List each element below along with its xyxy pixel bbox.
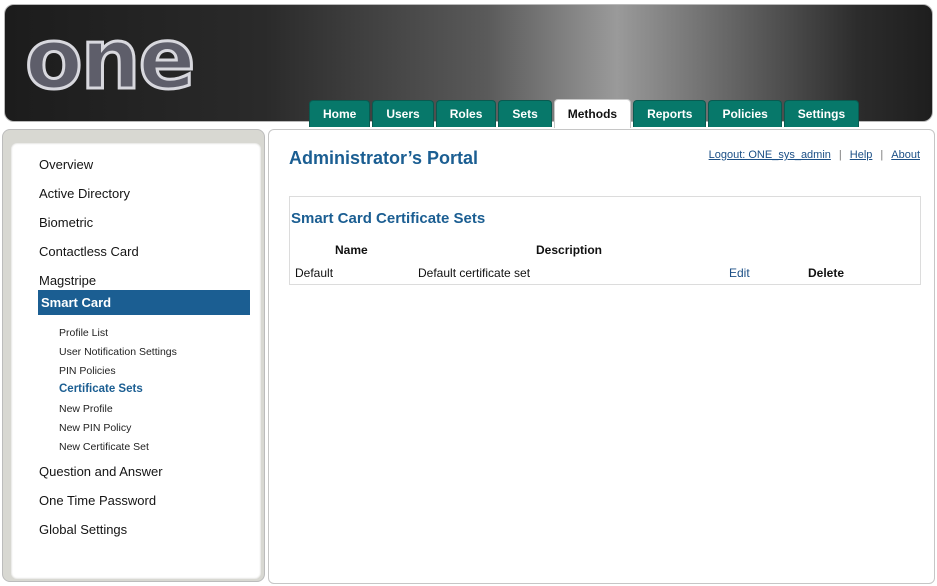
tab-methods[interactable]: Methods [553,99,632,128]
tab-reports[interactable]: Reports [633,100,707,127]
link-separator: | [838,149,842,161]
help-link[interactable]: Help [850,149,873,161]
column-header-description: Description [536,243,603,257]
header-links: Logout: ONE_sys_admin | Help | About [709,149,920,161]
subitem-new-certificate-set[interactable]: New Certificate Set [59,441,149,453]
page-title: Administrator’s Portal [289,148,479,168]
subitem-new-pin-policy[interactable]: New PIN Policy [59,422,131,434]
tab-settings[interactable]: Settings [783,100,860,127]
sidebar-item-one-time-password[interactable]: One Time Password [39,493,156,508]
main-nav-tabs: Home Users Roles Sets Methods Reports Po… [309,99,860,128]
column-header-name: Name [335,243,368,257]
subitem-user-notification-settings[interactable]: User Notification Settings [59,346,177,358]
sidebar-item-smart-card[interactable]: Smart Card [38,290,250,315]
delete-link[interactable]: Delete [808,266,844,280]
sidebar-panel: Overview Active Directory Biometric Cont… [2,129,265,582]
sidebar-item-biometric[interactable]: Biometric [39,215,93,230]
sidebar-item-magstripe[interactable]: Magstripe [39,273,96,288]
tab-users[interactable]: Users [372,100,434,127]
tab-policies[interactable]: Policies [708,100,782,127]
sidebar-item-active-directory[interactable]: Active Directory [39,186,130,201]
logout-link[interactable]: Logout: ONE_sys_admin [709,149,831,161]
sidebar-item-overview[interactable]: Overview [39,157,93,172]
subitem-pin-policies[interactable]: PIN Policies [59,365,116,377]
about-link[interactable]: About [891,149,920,161]
row-description: Default certificate set [418,266,531,280]
certificate-sets-card: Smart Card Certificate Sets Name Descrip… [289,196,921,285]
tab-sets[interactable]: Sets [498,100,552,127]
sidebar-item-contactless-card[interactable]: Contactless Card [39,244,139,259]
subitem-profile-list[interactable]: Profile List [59,327,108,339]
section-title: Smart Card Certificate Sets [291,210,486,227]
sidebar-item-global-settings[interactable]: Global Settings [39,522,127,537]
edit-link[interactable]: Edit [729,266,750,280]
tab-home[interactable]: Home [309,100,371,127]
row-name: Default [295,266,334,280]
main-content: Administrator’s Portal Logout: ONE_sys_a… [268,129,935,584]
tab-roles[interactable]: Roles [435,100,497,127]
app-logo: one [23,10,196,108]
sidebar-item-question-and-answer[interactable]: Question and Answer [39,464,163,479]
link-separator: | [880,149,884,161]
sidebar-nav: Overview Active Directory Biometric Cont… [11,143,261,579]
subitem-certificate-sets[interactable]: Certificate Sets [59,383,143,395]
subitem-new-profile[interactable]: New Profile [59,403,113,415]
